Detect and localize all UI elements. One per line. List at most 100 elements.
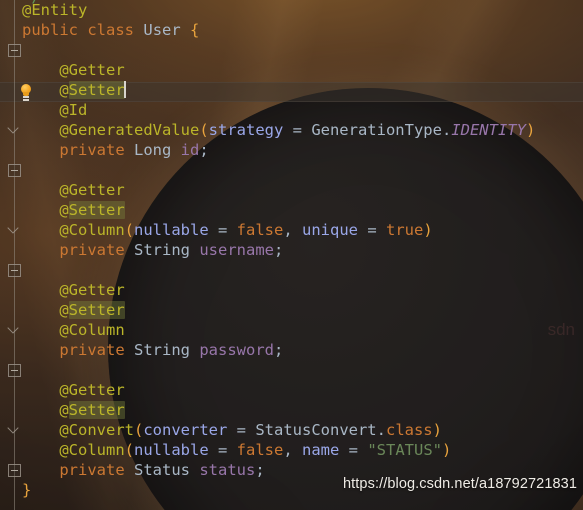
code-token: (	[124, 221, 134, 239]
code-token: (	[124, 441, 134, 459]
code-token: String	[134, 341, 190, 359]
code-line[interactable]: @Setter	[0, 200, 583, 220]
code-line[interactable]: @Getter	[0, 60, 583, 80]
code-token: @Getter	[59, 381, 125, 399]
code-line[interactable]: @Getter	[0, 180, 583, 200]
code-token: @Getter	[59, 61, 125, 79]
code-line[interactable]	[0, 260, 583, 280]
code-token: @Id	[59, 101, 88, 119]
code-token: =	[208, 441, 237, 459]
code-token: GenerationType.	[311, 121, 452, 139]
code-line[interactable]: @Id	[0, 100, 583, 120]
code-line[interactable]	[0, 40, 583, 60]
code-token: ,	[283, 221, 302, 239]
code-token: true	[386, 221, 424, 239]
code-token: converter	[143, 421, 228, 439]
code-token: private	[59, 341, 125, 359]
code-line[interactable]: @Getter	[0, 280, 583, 300]
code-token: nullable	[134, 441, 209, 459]
code-token: Status	[134, 461, 190, 479]
code-token: }	[22, 481, 32, 499]
code-token: strategy	[208, 121, 284, 139]
code-token: @Getter	[59, 281, 125, 299]
code-token: private	[59, 241, 125, 259]
code-token: nullable	[134, 221, 209, 239]
code-line[interactable]: public class User {	[0, 20, 583, 40]
code-token: username	[199, 241, 274, 259]
code-line[interactable]: @Column	[0, 320, 583, 340]
code-token: (	[133, 421, 144, 439]
code-token: Long	[134, 141, 172, 159]
code-token: id	[180, 141, 200, 159]
code-token: )	[432, 421, 442, 439]
code-token: StatusConvert.	[255, 421, 386, 439]
code-token: password	[199, 341, 274, 359]
code-line[interactable]: private String password;	[0, 340, 583, 360]
code-token: unique	[302, 221, 358, 239]
code-line[interactable]: @Getter	[0, 380, 583, 400]
code-token: IDENTITY	[451, 121, 526, 139]
code-token: User	[143, 21, 181, 39]
code-line[interactable]: @Setter	[0, 400, 583, 420]
code-token: @	[59, 201, 69, 219]
code-token: @	[59, 301, 69, 319]
code-token: false	[236, 221, 284, 239]
code-token: =	[283, 121, 312, 139]
code-editor[interactable]: sdn */ @Entitypublic class User { @Gette…	[0, 0, 583, 510]
code-line[interactable]: @Column(nullable = false, unique = true)	[0, 220, 583, 240]
code-token: (	[199, 121, 209, 139]
code-content[interactable]: @Entity public class User { @Getter @Sett…	[0, 0, 583, 500]
code-token: @Entity	[22, 1, 88, 19]
code-line[interactable]: private Long id;	[0, 140, 583, 160]
code-token: @	[59, 81, 69, 99]
code-token: private	[59, 461, 125, 479]
code-line[interactable]	[0, 360, 583, 380]
code-line[interactable]: @Entity	[0, 0, 583, 20]
code-token: =	[227, 421, 256, 439]
code-line[interactable]: @GeneratedValue(strategy = GenerationTyp…	[0, 120, 583, 140]
code-token: =	[339, 441, 368, 459]
code-line[interactable]: private String username;	[0, 240, 583, 260]
code-line[interactable]: @Setter	[0, 300, 583, 320]
code-line[interactable]: @Setter	[0, 80, 583, 100]
code-token: "STATUS"	[367, 441, 442, 459]
code-token: @Column	[59, 321, 125, 339]
highlighted-identifier: Setter	[68, 401, 125, 419]
code-token: @Column	[59, 221, 125, 239]
code-line[interactable]	[0, 160, 583, 180]
code-token: ;	[255, 461, 265, 479]
code-token: ;	[274, 341, 284, 359]
code-token: ;	[199, 141, 209, 159]
code-token: class	[87, 21, 135, 39]
code-token: =	[358, 221, 386, 239]
code-token: =	[208, 221, 237, 239]
code-token: public	[22, 21, 78, 39]
code-line[interactable]: @Column(nullable = false, name = "STATUS…	[0, 440, 583, 460]
code-line[interactable]: @Convert(converter = StatusConvert.class…	[0, 420, 583, 440]
highlighted-identifier: Setter	[68, 201, 125, 219]
highlighted-identifier: Setter	[68, 81, 125, 99]
text-caret	[123, 81, 126, 98]
code-token: @Getter	[59, 181, 125, 199]
code-token: @Column	[59, 441, 125, 459]
code-token: String	[134, 241, 190, 259]
